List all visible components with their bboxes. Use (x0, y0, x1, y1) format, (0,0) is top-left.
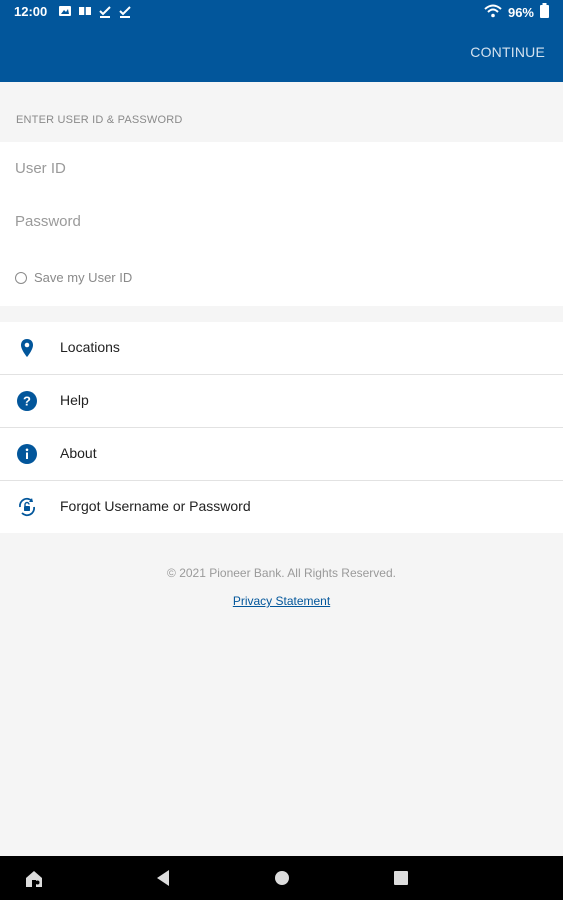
menu-item-label: Locations (60, 339, 120, 355)
password-field[interactable]: Password (15, 213, 81, 230)
menu-item-label: About (60, 445, 97, 461)
back-icon[interactable] (155, 869, 171, 892)
menu-item-about[interactable]: About (0, 428, 563, 481)
image-notification-icon (58, 4, 72, 18)
system-nav-bar (0, 856, 563, 900)
info-icon (16, 443, 38, 465)
home-icon[interactable] (274, 869, 290, 892)
notification-icons (58, 4, 132, 18)
menu-list: Locations ? Help About Forgot Username o… (0, 322, 563, 533)
login-card: User ID Password Save my User ID (0, 142, 563, 306)
menu-item-forgot-credentials[interactable]: Forgot Username or Password (0, 481, 563, 533)
recents-icon[interactable] (393, 869, 409, 892)
wifi-icon (484, 4, 502, 21)
login-section-label: ENTER USER ID & PASSWORD (16, 114, 183, 126)
save-user-id-option[interactable]: Save my User ID (15, 270, 132, 285)
privacy-row: Privacy Statement (0, 594, 563, 608)
svg-text:?: ? (23, 394, 31, 409)
download-done-icon (98, 4, 112, 18)
user-id-field[interactable]: User ID (15, 160, 66, 177)
home-assistant-icon[interactable] (24, 869, 44, 894)
battery-icon (540, 3, 549, 21)
menu-item-label: Forgot Username or Password (60, 498, 251, 514)
menu-item-locations[interactable]: Locations (0, 322, 563, 375)
battery-level: 96% (507, 4, 534, 20)
save-user-id-radio[interactable] (15, 271, 27, 284)
book-notification-icon (78, 4, 92, 18)
location-pin-icon (16, 337, 38, 359)
download-done-icon-2 (118, 4, 132, 18)
help-icon: ? (16, 390, 38, 412)
status-bar: 12:00 96% (0, 0, 563, 24)
copyright-text: © 2021 Pioneer Bank. All Rights Reserved… (167, 566, 396, 580)
continue-button[interactable]: CONTINUE (470, 44, 545, 60)
save-user-id-label: Save my User ID (34, 270, 133, 285)
unlock-refresh-icon (16, 496, 38, 518)
status-time: 12:00 (14, 4, 48, 19)
menu-item-help[interactable]: ? Help (0, 375, 563, 428)
privacy-statement-link[interactable]: Privacy Statement (233, 594, 330, 608)
menu-item-label: Help (60, 392, 89, 408)
app-bar: CONTINUE (0, 24, 563, 82)
status-right: 96% (484, 3, 549, 21)
